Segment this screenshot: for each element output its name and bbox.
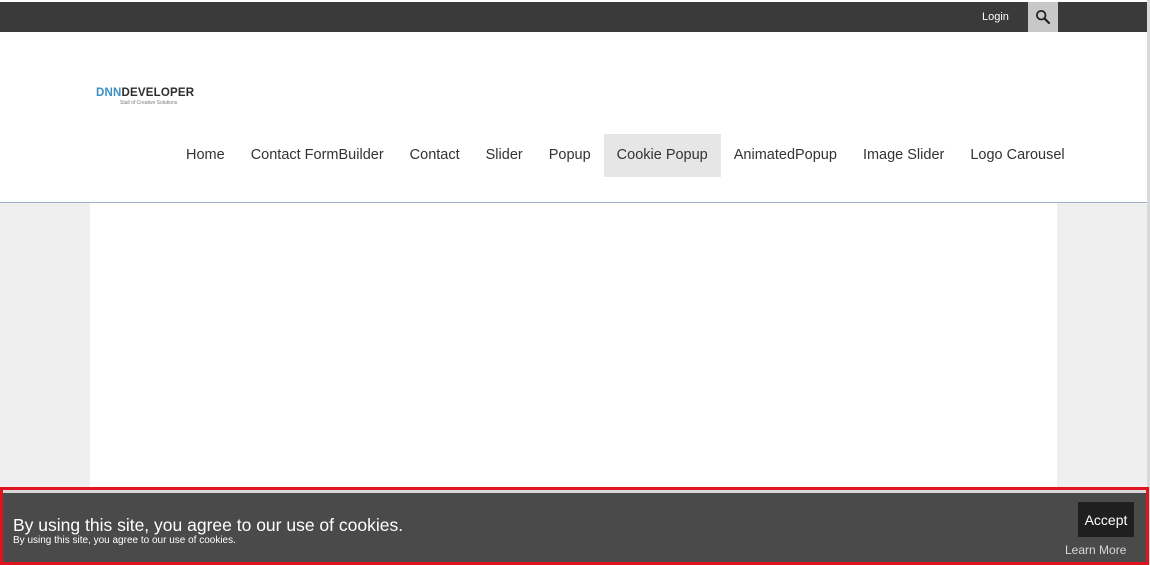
learn-more-link[interactable]: Learn More bbox=[1065, 543, 1126, 557]
cookie-message-title: By using this site, you agree to our use… bbox=[13, 515, 404, 535]
nav-item-animatedpopup[interactable]: AnimatedPopup bbox=[721, 134, 850, 177]
cookie-message-subtitle: By using this site, you agree to our use… bbox=[13, 535, 236, 546]
search-icon bbox=[1035, 9, 1051, 25]
main-nav: Home Contact FormBuilder Contact Slider … bbox=[173, 134, 1078, 177]
accept-button[interactable]: Accept bbox=[1078, 502, 1134, 537]
nav-item-logo-carousel[interactable]: Logo Carousel bbox=[957, 134, 1077, 177]
nav-item-cookie-popup[interactable]: Cookie Popup bbox=[603, 134, 721, 177]
nav-item-contact-formbuilder[interactable]: Contact FormBuilder bbox=[238, 134, 397, 177]
nav-item-contact[interactable]: Contact bbox=[397, 134, 473, 177]
nav-item-slider[interactable]: Slider bbox=[473, 134, 536, 177]
content-area bbox=[90, 203, 1057, 488]
nav-item-popup[interactable]: Popup bbox=[536, 134, 604, 177]
login-link[interactable]: Login bbox=[982, 2, 1009, 32]
nav-item-home[interactable]: Home bbox=[173, 134, 238, 177]
site-logo[interactable]: DNNDEVELOPER Stall of Creative Solutions bbox=[96, 87, 194, 106]
cookie-consent-banner: By using this site, you agree to our use… bbox=[0, 487, 1149, 565]
cookie-banner-top-strip bbox=[3, 490, 1146, 493]
logo-tagline: Stall of Creative Solutions bbox=[120, 100, 178, 106]
site-header: DNNDEVELOPER Stall of Creative Solutions… bbox=[0, 32, 1147, 202]
logo-text: DNNDEVELOPER bbox=[96, 87, 195, 99]
search-button[interactable] bbox=[1028, 2, 1058, 32]
top-bar: Login bbox=[0, 2, 1147, 32]
nav-item-image-slider[interactable]: Image Slider bbox=[850, 134, 957, 177]
